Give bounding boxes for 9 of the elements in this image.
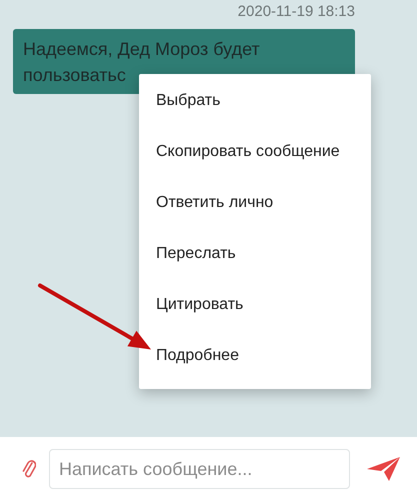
- message-time: 2020-11-19 18:13: [238, 2, 355, 22]
- menu-item[interactable]: Ответить лично: [139, 177, 371, 228]
- menu-item[interactable]: Переслать: [139, 228, 371, 279]
- send-icon[interactable]: [367, 456, 401, 482]
- paperclip-icon[interactable]: [22, 458, 36, 480]
- menu-item[interactable]: Подробнее: [139, 330, 371, 381]
- menu-item[interactable]: Цитировать: [139, 279, 371, 330]
- menu-item[interactable]: Скопировать сообщение: [139, 126, 371, 177]
- message-input[interactable]: Написать сообщение...: [49, 449, 350, 489]
